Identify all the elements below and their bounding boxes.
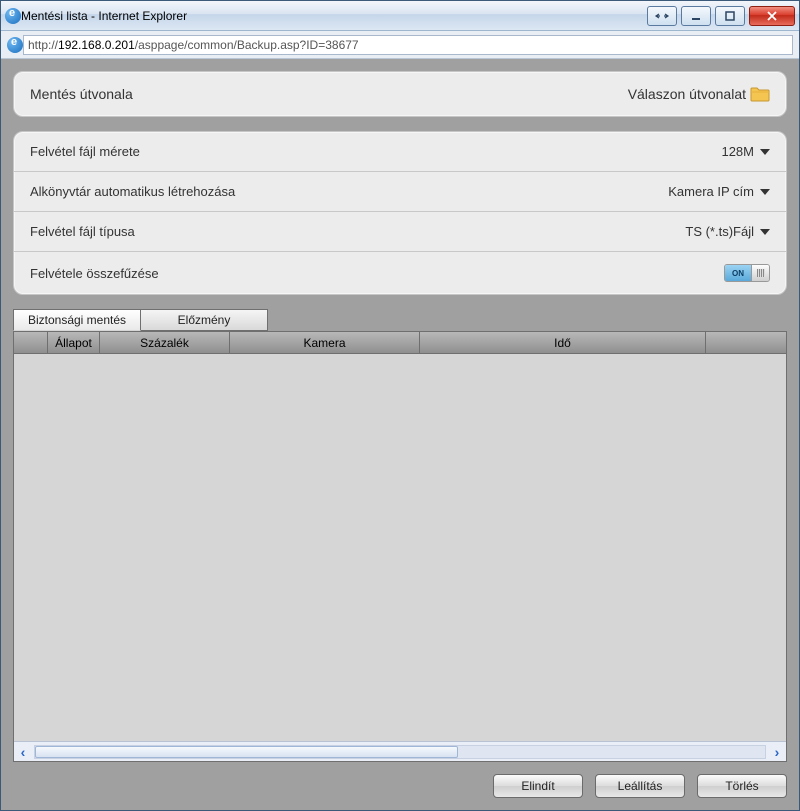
- col-extra[interactable]: [706, 332, 786, 354]
- horizontal-scrollbar[interactable]: ‹ ›: [14, 741, 786, 761]
- dropdown-icon: [760, 149, 770, 155]
- grid: Állapot Százalék Kamera Idő ‹ ›: [13, 331, 787, 762]
- delete-button[interactable]: Törlés: [697, 774, 787, 798]
- subdir-value: Kamera IP cím: [668, 184, 754, 199]
- tabs: Biztonsági mentés Előzmény: [13, 309, 787, 331]
- minimize-button[interactable]: [681, 6, 711, 26]
- merge-label: Felvétele összefűzése: [30, 266, 724, 281]
- toggle-on-label: ON: [725, 265, 751, 281]
- url-prefix: http://: [28, 38, 58, 52]
- tab-history[interactable]: Előzmény: [140, 309, 268, 331]
- scroll-left-icon[interactable]: ‹: [14, 743, 32, 761]
- scroll-track[interactable]: [34, 745, 766, 759]
- save-path-label: Mentés útvonala: [30, 86, 628, 102]
- save-path-panel: Mentés útvonala Válaszon útvonalat: [13, 71, 787, 117]
- window-frame: Mentési lista - Internet Explorer http:/…: [0, 0, 800, 811]
- url-path: /asppage/common/Backup.asp?ID=38677: [135, 38, 359, 52]
- page-body: Mentés útvonala Válaszon útvonalat Felvé…: [1, 59, 799, 810]
- col-state[interactable]: Állapot: [48, 332, 100, 354]
- scroll-thumb[interactable]: [35, 746, 458, 758]
- col-percent[interactable]: Százalék: [100, 332, 230, 354]
- grid-body: [14, 354, 786, 741]
- stop-button-label: Leállítás: [618, 779, 663, 793]
- sync-button[interactable]: [647, 6, 677, 26]
- col-checkbox[interactable]: [14, 332, 48, 354]
- merge-toggle[interactable]: ON: [724, 264, 770, 282]
- file-size-row[interactable]: Felvétel fájl mérete 128M: [14, 132, 786, 172]
- ie-icon: [5, 8, 21, 24]
- tab-backup-label: Biztonsági mentés: [28, 313, 126, 327]
- subdir-row[interactable]: Alkönyvtár automatikus létrehozása Kamer…: [14, 172, 786, 212]
- col-time[interactable]: Idő: [420, 332, 706, 354]
- tab-history-label: Előzmény: [178, 313, 231, 327]
- scroll-right-icon[interactable]: ›: [768, 743, 786, 761]
- maximize-button[interactable]: [715, 6, 745, 26]
- choose-path-link[interactable]: Válaszon útvonalat: [628, 86, 746, 102]
- col-camera[interactable]: Kamera: [230, 332, 420, 354]
- file-type-row[interactable]: Felvétel fájl típusa TS (*.ts)Fájl: [14, 212, 786, 252]
- file-size-value: 128M: [721, 144, 754, 159]
- window-title: Mentési lista - Internet Explorer: [21, 9, 187, 23]
- start-button[interactable]: Elindít: [493, 774, 583, 798]
- url-host: 192.168.0.201: [58, 38, 135, 52]
- stop-button[interactable]: Leállítás: [595, 774, 685, 798]
- address-bar: http://192.168.0.201/asppage/common/Back…: [1, 31, 799, 59]
- file-size-label: Felvétel fájl mérete: [30, 144, 721, 159]
- merge-row: Felvétele összefűzése ON: [14, 252, 786, 294]
- close-button[interactable]: [749, 6, 795, 26]
- dropdown-icon: [760, 189, 770, 195]
- toggle-knob: [751, 265, 769, 281]
- grid-header: Állapot Százalék Kamera Idő: [14, 332, 786, 354]
- folder-icon[interactable]: [750, 86, 770, 102]
- tab-backup[interactable]: Biztonsági mentés: [13, 309, 141, 331]
- dropdown-icon: [760, 229, 770, 235]
- delete-button-label: Törlés: [725, 779, 758, 793]
- title-bar: Mentési lista - Internet Explorer: [1, 1, 799, 31]
- subdir-label: Alkönyvtár automatikus létrehozása: [30, 184, 668, 199]
- file-type-value: TS (*.ts)Fájl: [685, 224, 754, 239]
- start-button-label: Elindít: [521, 779, 554, 793]
- settings-panel: Felvétel fájl mérete 128M Alkönyvtár aut…: [13, 131, 787, 295]
- url-input[interactable]: http://192.168.0.201/asppage/common/Back…: [23, 35, 793, 55]
- ie-favicon-icon: [7, 37, 23, 53]
- button-row: Elindít Leállítás Törlés: [13, 774, 787, 798]
- file-type-label: Felvétel fájl típusa: [30, 224, 685, 239]
